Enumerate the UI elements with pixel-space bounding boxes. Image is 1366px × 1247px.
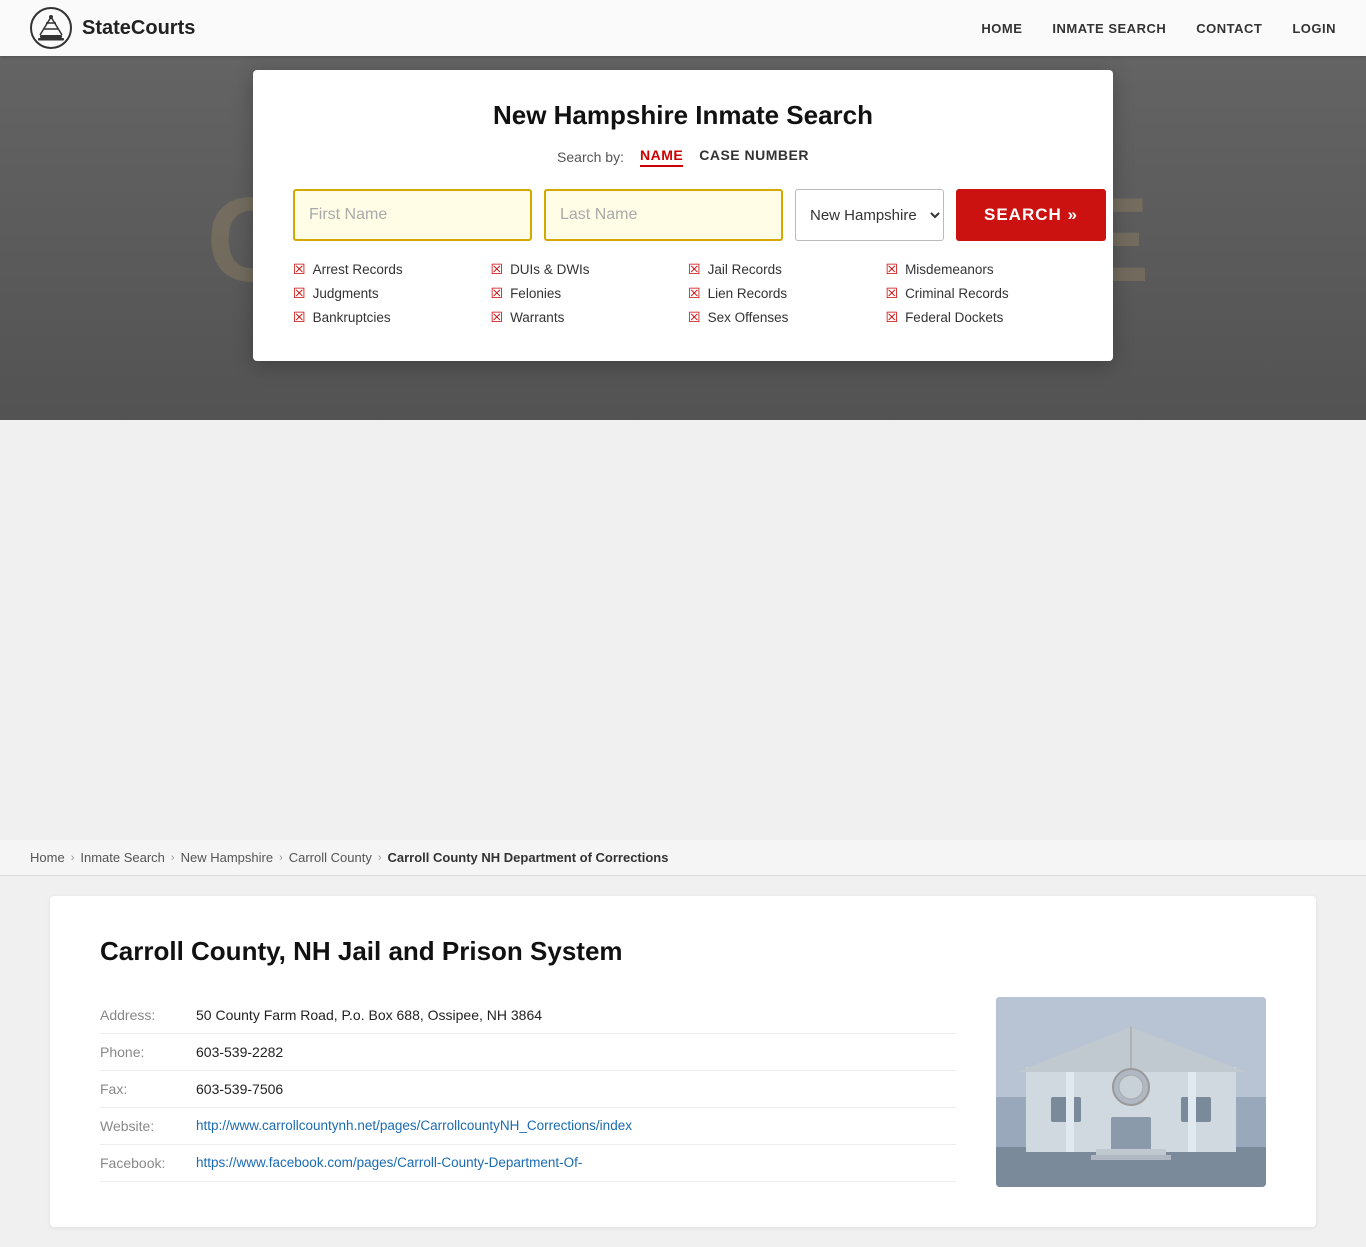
check-item: ☒ Judgments	[293, 285, 481, 302]
logo-link[interactable]: StateCourts	[30, 7, 195, 49]
first-name-input[interactable]	[293, 189, 532, 241]
check-label: Arrest Records	[313, 262, 403, 277]
check-item: ☒ Criminal Records	[886, 285, 1074, 302]
facility-image	[996, 997, 1266, 1187]
check-item: ☒ Felonies	[491, 285, 679, 302]
check-label: Federal Dockets	[905, 310, 1003, 325]
website-label: Website:	[100, 1118, 180, 1134]
state-select[interactable]: New Hampshire Alabama Alaska Arizona Ark…	[795, 189, 944, 241]
checkmark-icon: ☒	[886, 285, 899, 302]
check-item: ☒ Warrants	[491, 309, 679, 326]
address-label: Address:	[100, 1007, 180, 1023]
website-link[interactable]: http://www.carrollcountynh.net/pages/Car…	[196, 1118, 632, 1133]
check-label: Felonies	[510, 286, 561, 301]
facebook-row: Facebook: https://www.facebook.com/pages…	[100, 1145, 956, 1182]
checkmark-icon: ☒	[293, 285, 306, 302]
phone-value: 603-539-2282	[196, 1044, 283, 1060]
content-area: Carroll County, NH Jail and Prison Syste…	[50, 896, 1316, 1227]
logo-text: StateCourts	[82, 17, 195, 40]
address-value: 50 County Farm Road, P.o. Box 688, Ossip…	[196, 1007, 542, 1023]
facility-info: Address: 50 County Farm Road, P.o. Box 6…	[100, 997, 1266, 1187]
fax-row: Fax: 603-539-7506	[100, 1071, 956, 1108]
nav-contact[interactable]: CONTACT	[1196, 21, 1262, 36]
check-item: ☒ Lien Records	[688, 285, 876, 302]
checkmark-icon: ☒	[491, 285, 504, 302]
nav-links: HOME INMATE SEARCH CONTACT LOGIN	[981, 21, 1336, 36]
check-item: ☒ Jail Records	[688, 261, 876, 278]
checkmark-icon: ☒	[886, 261, 899, 278]
search-button[interactable]: SEARCH »	[956, 189, 1106, 241]
phone-row: Phone: 603-539-2282	[100, 1034, 956, 1071]
check-item: ☒ Sex Offenses	[688, 309, 876, 326]
checks-grid: ☒ Arrest Records ☒ DUIs & DWIs ☒ Jail Records…	[293, 261, 1073, 326]
checkmark-icon: ☒	[491, 309, 504, 326]
breadcrumb-sep-3: ›	[279, 852, 283, 864]
phone-label: Phone:	[100, 1044, 180, 1060]
tab-name[interactable]: NAME	[640, 147, 683, 167]
checkmark-icon: ☒	[688, 261, 701, 278]
logo-icon	[30, 7, 72, 49]
checkmark-icon: ☒	[886, 309, 899, 326]
check-item: ☒ Arrest Records	[293, 261, 481, 278]
search-card-title: New Hampshire Inmate Search	[293, 100, 1073, 131]
check-item: ☒ Bankruptcies	[293, 309, 481, 326]
nav-login[interactable]: LOGIN	[1292, 21, 1336, 36]
check-item: ☒ Federal Dockets	[886, 309, 1074, 326]
check-label: DUIs & DWIs	[510, 262, 590, 277]
fax-value: 603-539-7506	[196, 1081, 283, 1097]
check-label: Lien Records	[708, 286, 788, 301]
checkmark-icon: ☒	[688, 285, 701, 302]
breadcrumb-sep-1: ›	[71, 852, 75, 864]
search-by-row: Search by: NAME CASE NUMBER	[293, 147, 1073, 167]
tab-case-number[interactable]: CASE NUMBER	[699, 147, 809, 167]
last-name-input[interactable]	[544, 189, 783, 241]
checkmark-icon: ☒	[688, 309, 701, 326]
fax-label: Fax:	[100, 1081, 180, 1097]
facebook-link[interactable]: https://www.facebook.com/pages/Carroll-C…	[196, 1155, 582, 1170]
search-card: New Hampshire Inmate Search Search by: N…	[253, 70, 1113, 361]
check-label: Warrants	[510, 310, 564, 325]
check-item: ☒ DUIs & DWIs	[491, 261, 679, 278]
nav-inmate-search[interactable]: INMATE SEARCH	[1052, 21, 1166, 36]
check-label: Judgments	[313, 286, 379, 301]
nav-home[interactable]: HOME	[981, 21, 1022, 36]
check-label: Sex Offenses	[708, 310, 789, 325]
breadcrumb-inmate-search[interactable]: Inmate Search	[80, 850, 165, 865]
breadcrumb-nh[interactable]: New Hampshire	[181, 850, 273, 865]
check-label: Bankruptcies	[313, 310, 391, 325]
website-row: Website: http://www.carrollcountynh.net/…	[100, 1108, 956, 1145]
breadcrumb: Home › Inmate Search › New Hampshire › C…	[0, 840, 1366, 876]
breadcrumb-current: Carroll County NH Department of Correcti…	[388, 850, 669, 865]
facility-title: Carroll County, NH Jail and Prison Syste…	[100, 936, 1266, 967]
checkmark-icon: ☒	[293, 309, 306, 326]
info-table: Address: 50 County Farm Road, P.o. Box 6…	[100, 997, 956, 1187]
facebook-label: Facebook:	[100, 1155, 180, 1171]
breadcrumb-sep-4: ›	[378, 852, 382, 864]
check-label: Misdemeanors	[905, 262, 994, 277]
breadcrumb-county[interactable]: Carroll County	[289, 850, 372, 865]
address-row: Address: 50 County Farm Road, P.o. Box 6…	[100, 997, 956, 1034]
check-label: Criminal Records	[905, 286, 1009, 301]
checkmark-icon: ☒	[293, 261, 306, 278]
check-label: Jail Records	[708, 262, 782, 277]
breadcrumb-sep-2: ›	[171, 852, 175, 864]
search-inputs-row: New Hampshire Alabama Alaska Arizona Ark…	[293, 189, 1073, 241]
search-by-label: Search by:	[557, 149, 624, 165]
building-illustration	[996, 997, 1266, 1187]
navbar: StateCourts HOME INMATE SEARCH CONTACT L…	[0, 0, 1366, 56]
breadcrumb-home[interactable]: Home	[30, 850, 65, 865]
check-item: ☒ Misdemeanors	[886, 261, 1074, 278]
checkmark-icon: ☒	[491, 261, 504, 278]
